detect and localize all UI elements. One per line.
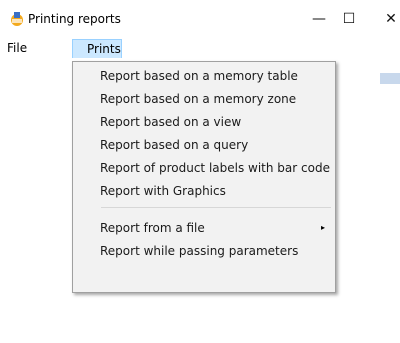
menu-item-view[interactable]: Report based on a view [73,111,335,133]
close-button[interactable]: ✕ [376,8,400,30]
title-bar: Printing reports — ☐ ✕ [0,0,400,38]
menu-item-memory-table[interactable]: Report based on a memory table [73,65,335,87]
menu-item-passing-parameters[interactable]: Report while passing parameters [73,240,335,262]
menu-prints[interactable]: Prints [72,39,122,59]
menu-item-from-file[interactable]: Report from a file ▸ [73,217,335,239]
menu-item-graphics[interactable]: Report with Graphics [73,180,335,202]
menu-item-from-file-label: Report from a file [100,221,205,235]
mdi-child-window-edge [380,73,400,84]
maximize-button[interactable]: ☐ [334,8,364,30]
menu-separator [101,207,331,208]
prints-dropdown-menu: Report based on a memory table Report ba… [72,61,336,293]
window-title: Printing reports [28,12,121,26]
menu-item-product-labels[interactable]: Report of product labels with bar code [73,157,335,179]
menu-item-memory-zone[interactable]: Report based on a memory zone [73,88,335,110]
printer-app-icon[interactable] [8,10,26,28]
menu-bar: File Prints [0,38,400,59]
menu-file[interactable]: File [0,39,34,57]
menu-item-query[interactable]: Report based on a query [73,134,335,156]
minimize-button[interactable]: — [304,8,334,30]
submenu-arrow-icon: ▸ [320,223,325,232]
